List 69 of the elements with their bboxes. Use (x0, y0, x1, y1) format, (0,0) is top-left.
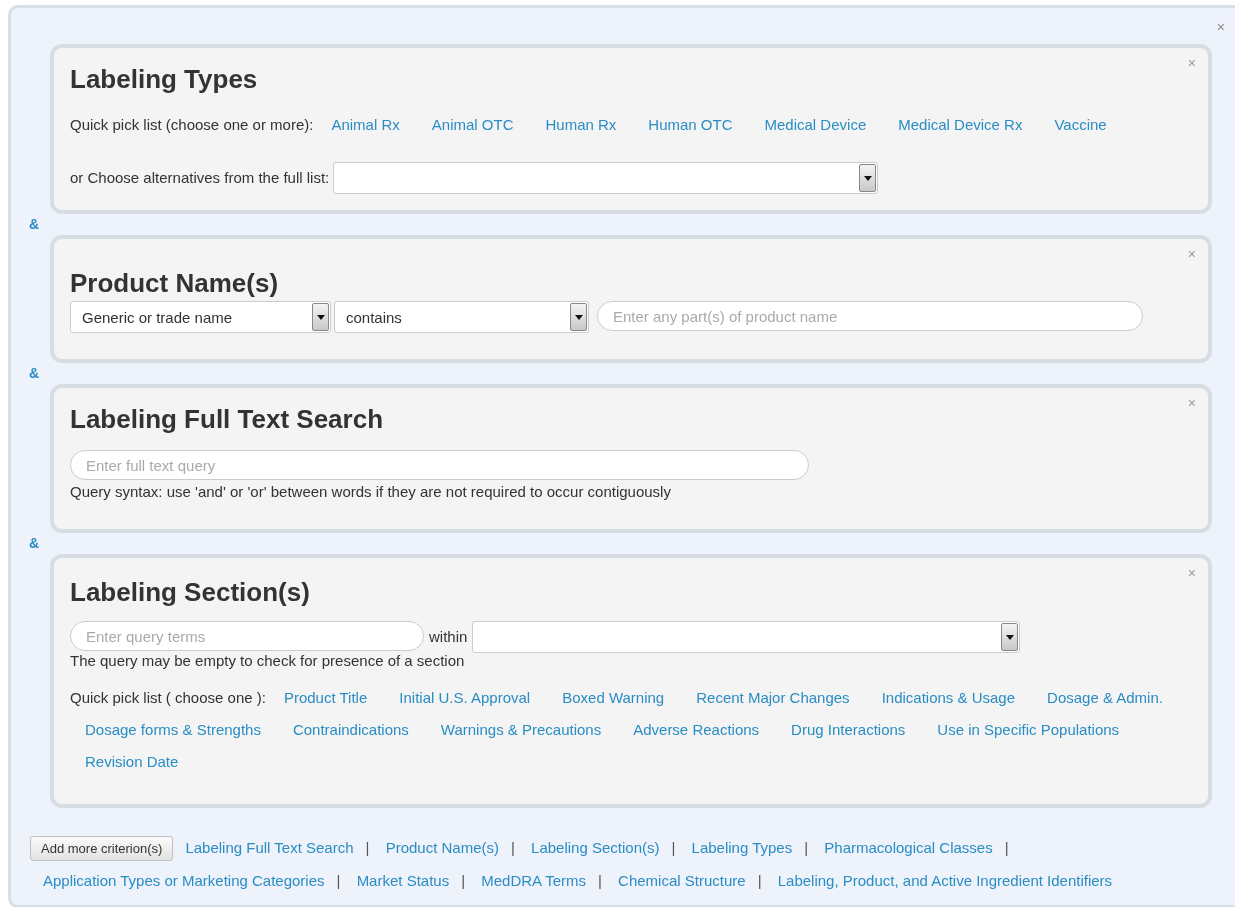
link-separator: | (757, 872, 762, 890)
link-separator: | (511, 839, 515, 857)
and-operator: & (28, 534, 41, 553)
quick-pick-link[interactable]: Boxed Warning (562, 688, 665, 708)
product-name-field[interactable]: Enter any part(s) of product name (597, 301, 1143, 331)
caret-icon (1001, 623, 1019, 651)
close-icon[interactable]: × (1187, 247, 1196, 261)
card-title: Labeling Types (70, 64, 259, 94)
quick-pick-link[interactable]: Medical Device (764, 112, 867, 138)
quick-pick-link[interactable]: Product Title (283, 688, 368, 708)
quick-pick-link[interactable]: Use in Specific Populations (937, 720, 1120, 740)
quick-pick-link[interactable]: Animal OTC (431, 112, 514, 138)
criterion-link[interactable]: Product Name(s) (385, 839, 499, 857)
link-separator: | (336, 872, 341, 890)
quick-pick-label: Quick pick list ( choose one ): (70, 688, 266, 708)
criterion-link[interactable]: Application Types or Marketing Categories (43, 872, 325, 890)
quick-pick-link[interactable]: Dosage & Admin. (1047, 688, 1163, 708)
quick-pick-link[interactable]: Dosage forms & Strengths (85, 720, 261, 740)
card-title: Product Name(s) (70, 268, 280, 298)
dropdown[interactable] (333, 162, 879, 194)
criterion-link[interactable]: Labeling, Product, and Active Ingredient Identifiers (777, 872, 1113, 890)
quick-pick-link[interactable]: Drug Interactions (791, 720, 906, 740)
quick-pick-link[interactable]: Human Rx (545, 112, 617, 138)
and-operator: & (28, 364, 41, 383)
quick-pick-link[interactable]: Contraindications (292, 720, 409, 740)
within-label: within (429, 627, 468, 645)
close-icon[interactable]: × (1187, 566, 1196, 580)
link-separator: | (804, 839, 809, 857)
criterion-link[interactable]: Chemical Structure (618, 872, 746, 890)
quick-pick-link[interactable]: Adverse Reactions (633, 720, 760, 740)
close-icon[interactable]: × (1216, 20, 1225, 34)
link-separator: | (365, 839, 370, 857)
dropdown[interactable]: Generic or trade name (70, 301, 331, 333)
criterion-link[interactable]: Pharmacological Classes (824, 839, 993, 857)
criterion-link[interactable]: Market Status (356, 872, 450, 890)
link-separator: | (671, 839, 676, 857)
quick-pick-link[interactable]: Recent Major Changes (696, 688, 850, 708)
quick-pick-link[interactable]: Indications & Usage (881, 688, 1016, 708)
link-separator: | (461, 872, 466, 890)
card-title: Labeling Full Text Search (70, 404, 385, 434)
caret-icon (570, 303, 587, 331)
link-separator: | (1004, 839, 1009, 857)
section-query-note: The query may be empty to check for presence of a section (70, 653, 466, 669)
query-terms-field[interactable]: Enter query terms (70, 621, 424, 651)
caret-icon (312, 303, 329, 331)
query-syntax-hint: Query syntax: use 'and' or 'or' between words if they are not required to occur contiguously (70, 484, 672, 500)
quick-pick-link[interactable]: Medical Device Rx (898, 112, 1023, 138)
quick-pick-label: Quick pick list (choose one or more): (70, 115, 314, 135)
caret-icon (859, 164, 877, 192)
and-operator: & (28, 215, 41, 234)
quick-pick-link[interactable]: Revision Date (85, 752, 179, 772)
quick-pick-link[interactable]: Warnings & Precautions (440, 720, 602, 740)
quick-pick-link[interactable]: Human OTC (648, 112, 733, 138)
quick-pick-link[interactable]: Animal Rx (331, 112, 400, 138)
criterion-link[interactable]: Labeling Full Text Search (185, 839, 354, 857)
full-text-query-field[interactable]: Enter full text query (70, 450, 809, 480)
add-criterion-button[interactable]: Add more criterion(s) (30, 835, 174, 861)
card-title: Labeling Section(s) (70, 577, 311, 607)
link-separator: | (598, 872, 602, 890)
close-icon[interactable]: × (1187, 396, 1196, 410)
quick-pick-link[interactable]: Vaccine (1054, 112, 1107, 138)
quick-pick-link[interactable]: Initial U.S. Approval (399, 688, 531, 708)
criterion-link[interactable]: MedDRA Terms (481, 872, 586, 890)
criterion-link[interactable]: Labeling Types (691, 839, 793, 857)
criterion-link[interactable]: Labeling Section(s) (531, 839, 660, 857)
close-icon[interactable]: × (1187, 56, 1196, 70)
dropdown[interactable] (472, 621, 1021, 653)
dropdown[interactable]: contains (334, 301, 589, 333)
full-list-label: or Choose alternatives from the full list: (70, 168, 330, 186)
